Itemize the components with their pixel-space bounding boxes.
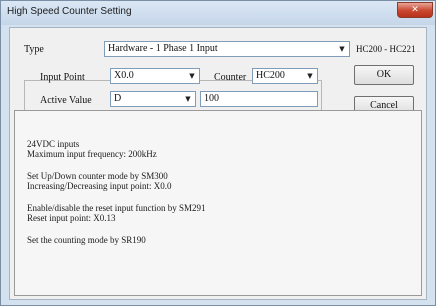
- active-value-label: Active Value: [40, 95, 92, 106]
- active-value-input[interactable]: 100: [200, 91, 318, 107]
- counter-label: Counter: [214, 72, 247, 83]
- active-value-device: D: [114, 93, 122, 104]
- info-line: Reset input point: X0.13: [27, 213, 116, 223]
- type-select-value: Hardware - 1 Phase 1 Input: [108, 43, 218, 54]
- chevron-down-icon[interactable]: ▼: [336, 43, 348, 55]
- chevron-down-icon[interactable]: ▼: [186, 70, 198, 82]
- info-panel: 24VDC inputs Maximum input frequency: 20…: [14, 110, 422, 296]
- info-line: Set Up/Down counter mode by SM300: [27, 171, 168, 181]
- type-select[interactable]: Hardware - 1 Phase 1 Input ▼: [104, 41, 350, 57]
- close-button[interactable]: ✕: [397, 2, 433, 18]
- active-value-device-select[interactable]: D ▼: [110, 91, 196, 107]
- title-bar[interactable]: High Speed Counter Setting ✕: [1, 1, 435, 25]
- chevron-down-icon[interactable]: ▼: [182, 93, 194, 105]
- chevron-down-icon[interactable]: ▼: [304, 70, 316, 82]
- info-line: Set the counting mode by SR190: [27, 235, 146, 245]
- input-point-select[interactable]: X0.0 ▼: [110, 68, 200, 84]
- dialog-body: Type Hardware - 1 Phase 1 Input ▼ HC200 …: [9, 27, 427, 300]
- info-line: Increasing/Decreasing input point: X0.0: [27, 181, 172, 191]
- info-line: Maximum input frequency: 200kHz: [27, 149, 157, 159]
- ok-button[interactable]: OK: [354, 65, 414, 85]
- info-line: Enable/disable the reset input function …: [27, 203, 206, 213]
- counter-select[interactable]: HC200 ▼: [252, 68, 318, 84]
- dialog-window: High Speed Counter Setting ✕ Type Hardwa…: [0, 0, 436, 306]
- counter-value: HC200: [256, 70, 285, 81]
- counter-range-label: HC200 - HC221: [356, 44, 416, 54]
- type-label: Type: [24, 44, 44, 55]
- close-icon: ✕: [411, 5, 419, 15]
- input-point-value: X0.0: [114, 70, 134, 81]
- window-title: High Speed Counter Setting: [7, 6, 132, 17]
- input-point-label: Input Point: [40, 72, 85, 83]
- info-line: 24VDC inputs: [27, 139, 80, 149]
